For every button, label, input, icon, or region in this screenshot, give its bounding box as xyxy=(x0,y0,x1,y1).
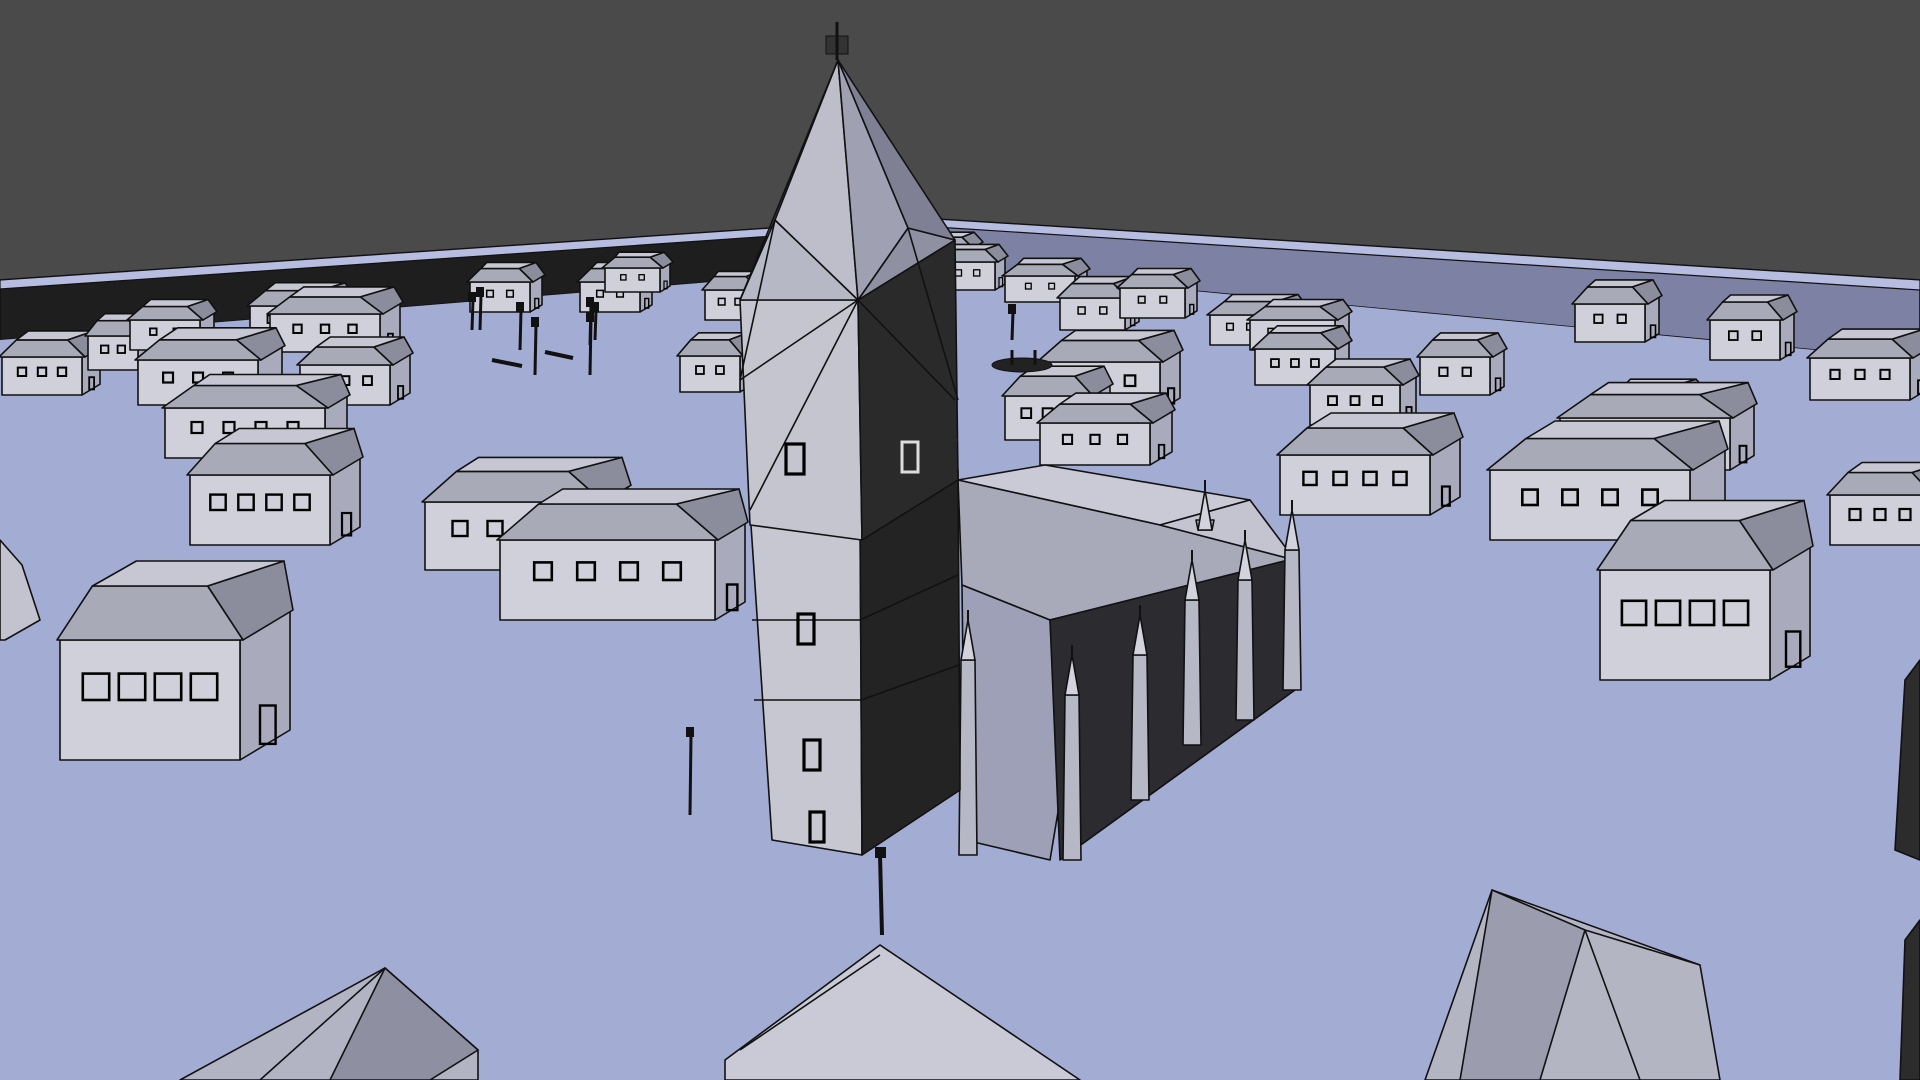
house xyxy=(56,560,294,761)
house xyxy=(186,427,364,546)
house xyxy=(1571,279,1663,343)
house xyxy=(1596,499,1814,681)
house xyxy=(1116,267,1201,319)
house xyxy=(1706,294,1798,361)
3d-viewport[interactable] xyxy=(0,0,1920,1080)
house xyxy=(496,488,749,621)
house xyxy=(601,251,674,293)
scene-render[interactable] xyxy=(0,0,1920,1080)
house xyxy=(1416,332,1508,396)
